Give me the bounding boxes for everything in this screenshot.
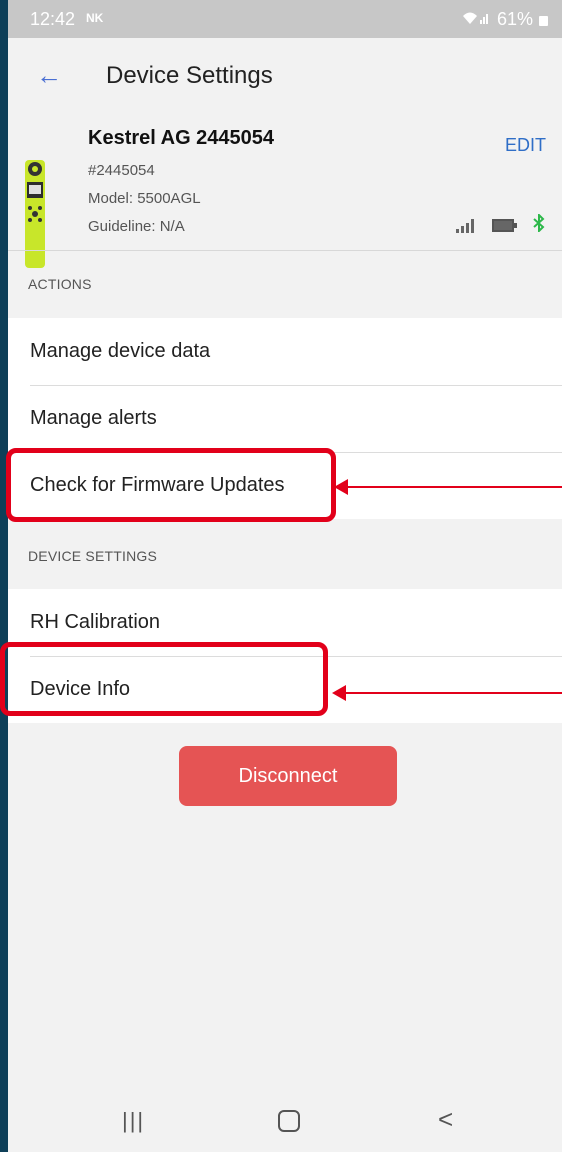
- device-battery-icon: [492, 219, 517, 232]
- home-icon[interactable]: [278, 1110, 300, 1132]
- device-settings-section-label: DEVICE SETTINGS: [28, 548, 158, 564]
- page-title: Device Settings: [106, 62, 273, 89]
- device-name: Kestrel AG 2445054: [88, 127, 275, 149]
- back-arrow-icon[interactable]: ←: [36, 60, 62, 91]
- wifi-signal-icon: [461, 10, 491, 29]
- status-bar: 12:42 NK 61%: [8, 0, 562, 38]
- kestrel-device-icon: [24, 160, 46, 275]
- header: ← Device Settings Kestrel AG 2445054 EDI…: [8, 38, 562, 268]
- battery-percent: 61%: [496, 9, 533, 29]
- header-divider: [8, 250, 562, 251]
- nav-back-icon[interactable]: <: [438, 1104, 453, 1135]
- battery-status-icon: [539, 16, 548, 26]
- device-info-highlight-box: [0, 642, 328, 716]
- status-time: 12:42: [30, 9, 76, 29]
- device-status-icons: [456, 212, 546, 237]
- android-nav-bar: ||| <: [8, 1090, 562, 1152]
- recent-apps-icon[interactable]: |||: [122, 1108, 145, 1134]
- edit-button[interactable]: EDIT: [505, 135, 546, 156]
- actions-section-label: ACTIONS: [28, 276, 92, 292]
- manage-alerts-item[interactable]: Manage alerts: [8, 385, 562, 452]
- status-logo: NK: [86, 11, 104, 25]
- signal-strength-icon: [456, 218, 474, 233]
- firmware-arrow-line: [346, 486, 562, 488]
- firmware-highlight-box: [6, 448, 336, 522]
- bluetooth-icon: [532, 212, 546, 237]
- firmware-arrow-head: [334, 479, 348, 495]
- device-guideline: Guideline: N/A: [88, 218, 185, 235]
- device-model: Model: 5500AGL: [88, 190, 201, 207]
- manage-device-data-item[interactable]: Manage device data: [8, 318, 562, 385]
- phone-screen: 12:42 NK 61% ← Device Settings Kestrel A…: [8, 0, 562, 1152]
- device-id: #2445054: [88, 162, 155, 179]
- device-info-arrow-line: [344, 692, 562, 694]
- device-info-arrow-head: [332, 685, 346, 701]
- status-right: 61%: [461, 9, 548, 30]
- disconnect-button[interactable]: Disconnect: [179, 746, 397, 806]
